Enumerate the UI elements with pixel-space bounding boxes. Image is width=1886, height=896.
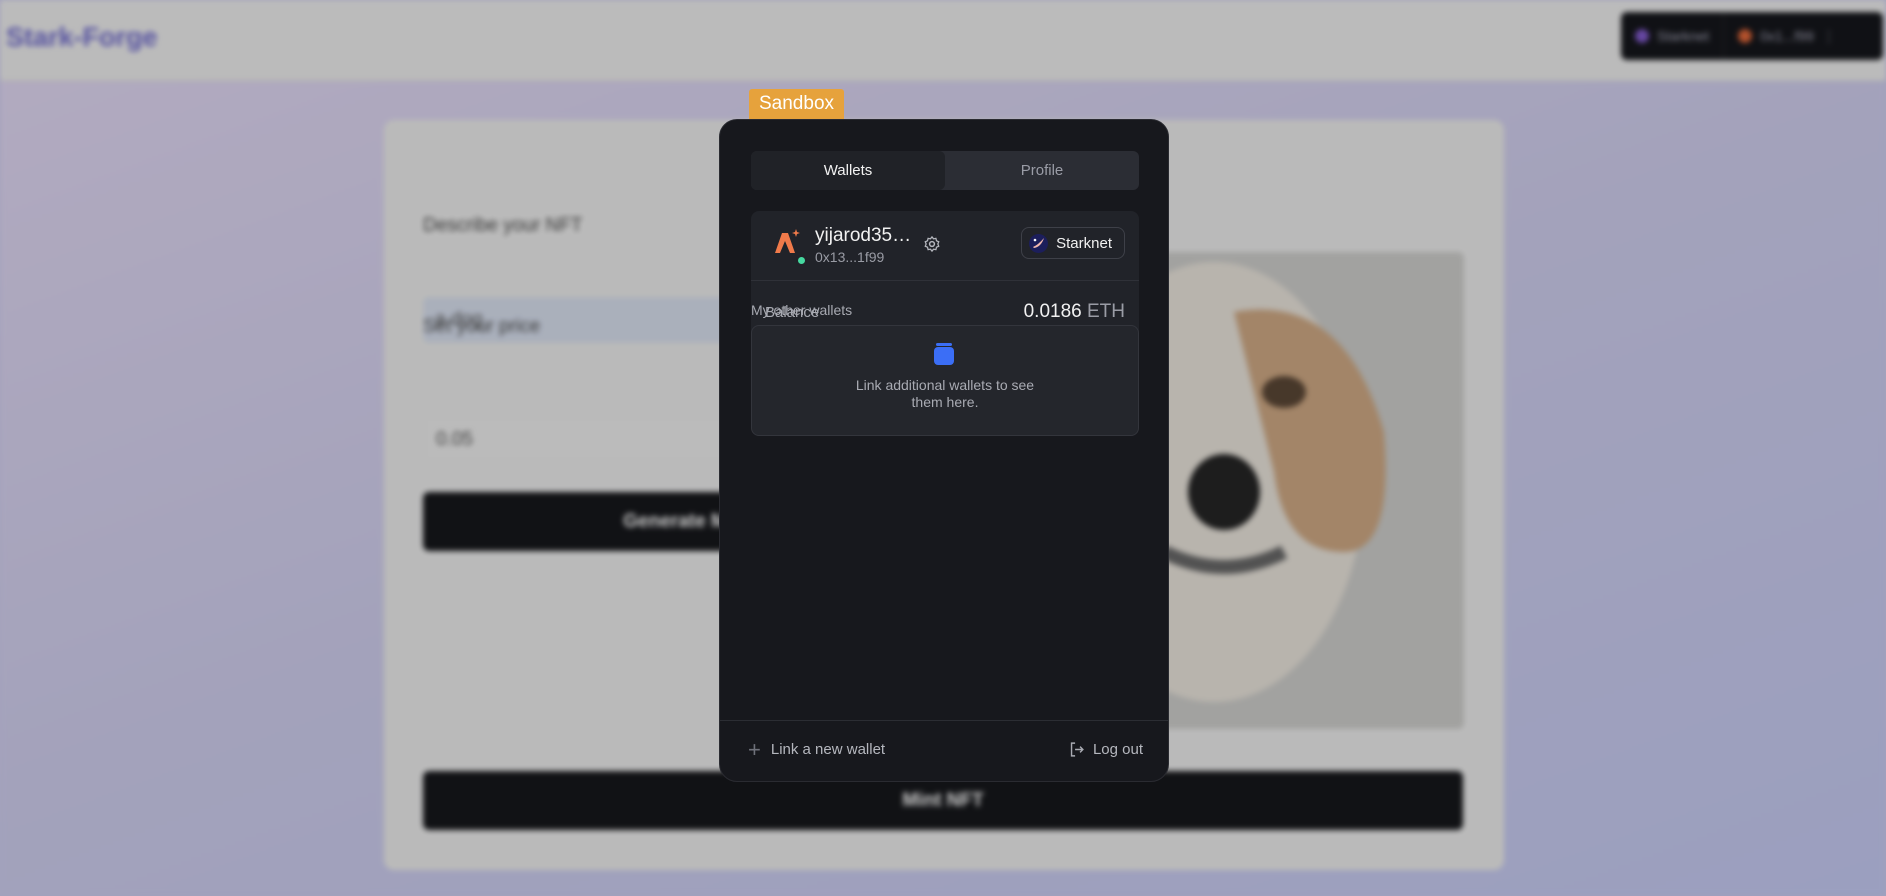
empty-wallets-text: Link additional wallets to see them here… — [855, 377, 1035, 410]
sandbox-badge: Sandbox — [749, 89, 845, 119]
link-wallet-label: Link a new wallet — [770, 741, 886, 758]
logout-icon — [1070, 742, 1084, 757]
balance-unit: ETH — [1087, 301, 1125, 322]
wallet-modal: Wallets Profile yijarod35… 0x13...1f99 S… — [719, 119, 1169, 782]
logout-label: Log out — [1092, 741, 1143, 758]
tab-profile[interactable]: Profile — [945, 151, 1139, 190]
modal-tabs: Wallets Profile — [751, 151, 1139, 190]
other-wallets-label: My other wallets — [751, 302, 853, 318]
logout-button[interactable]: Log out — [1068, 741, 1143, 758]
link-new-wallet-button[interactable]: + Link a new wallet — [748, 736, 886, 762]
wallet-address[interactable]: 0x13...1f99 — [815, 249, 884, 265]
online-status-dot — [796, 255, 807, 266]
modal-footer: + Link a new wallet Log out — [720, 720, 1168, 782]
balance-value: 0.0186 — [1023, 301, 1082, 322]
starknet-logo-icon — [1029, 233, 1049, 253]
other-wallets-empty: Link additional wallets to see them here… — [751, 325, 1139, 436]
tab-wallets[interactable]: Wallets — [751, 151, 945, 190]
network-badge[interactable]: Starknet — [1021, 227, 1125, 259]
wallet-icon — [934, 343, 954, 365]
network-name: Starknet — [1056, 234, 1112, 252]
wallet-name: yijarod35… — [815, 225, 912, 246]
plus-icon: + — [748, 736, 761, 762]
settings-gear-icon[interactable] — [923, 235, 941, 253]
